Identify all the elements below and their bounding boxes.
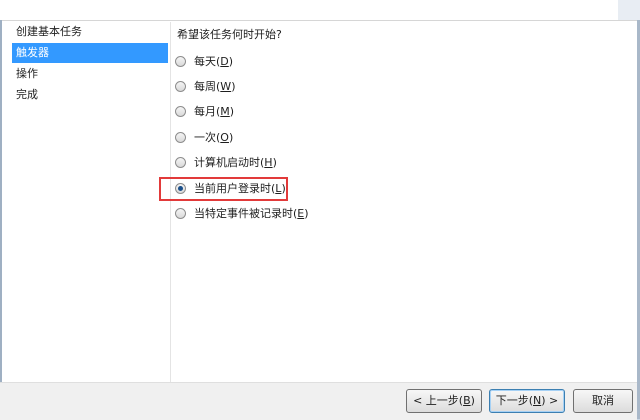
trigger-question: 希望该任务何时开始? (177, 28, 282, 41)
next-button[interactable]: 下一步(N) > (489, 389, 565, 413)
cancel-button[interactable]: 取消 (573, 389, 633, 413)
radio-label: 每天(D) (194, 55, 234, 68)
radio-option-computer-startup[interactable]: 计算机启动时(H) (175, 153, 277, 171)
radio-option-event-logged[interactable]: 当特定事件被记录时(E) (175, 204, 309, 222)
radio-button[interactable] (175, 55, 186, 67)
radio-button[interactable] (175, 156, 186, 168)
radio-label: 一次(O) (194, 131, 234, 144)
radio-button[interactable] (175, 131, 186, 143)
radio-label: 当前用户登录时(L) (194, 182, 286, 195)
radio-button[interactable] (175, 80, 186, 92)
radio-button[interactable] (175, 207, 186, 219)
wizard-footer: < 上一步(B) 下一步(N) > 取消 (0, 382, 637, 420)
radio-option-daily[interactable]: 每天(D) (175, 52, 233, 70)
trigger-content-panel: 希望该任务何时开始? 每天(D) 每周(W) 每月(M) 一次(O) 计算机启动… (172, 22, 632, 377)
window-left-border (0, 20, 2, 419)
sidebar-item-trigger[interactable]: 触发器 (12, 43, 168, 63)
sidebar-item-action[interactable]: 操作 (12, 64, 168, 84)
radio-label: 每周(W) (194, 80, 236, 93)
radio-option-once[interactable]: 一次(O) (175, 128, 233, 146)
radio-label: 计算机启动时(H) (194, 156, 277, 169)
title-strip-accent (618, 0, 640, 20)
radio-label: 当特定事件被记录时(E) (194, 207, 309, 220)
radio-option-weekly[interactable]: 每周(W) (175, 77, 235, 95)
back-button[interactable]: < 上一步(B) (406, 389, 482, 413)
radio-label: 每月(M) (194, 105, 235, 118)
radio-option-user-logon[interactable]: 当前用户登录时(L) (175, 179, 286, 197)
title-strip (0, 0, 640, 21)
task-wizard-window: 创建基本任务 触发器 操作 完成 希望该任务何时开始? 每天(D) 每周(W) … (0, 0, 640, 420)
wizard-steps-sidebar: 创建基本任务 触发器 操作 完成 (8, 22, 171, 382)
sidebar-item-finish[interactable]: 完成 (12, 85, 168, 105)
radio-button-selected[interactable] (175, 182, 186, 194)
radio-option-monthly[interactable]: 每月(M) (175, 102, 234, 120)
radio-button[interactable] (175, 105, 186, 117)
sidebar-item-create-basic-task[interactable]: 创建基本任务 (12, 22, 168, 42)
